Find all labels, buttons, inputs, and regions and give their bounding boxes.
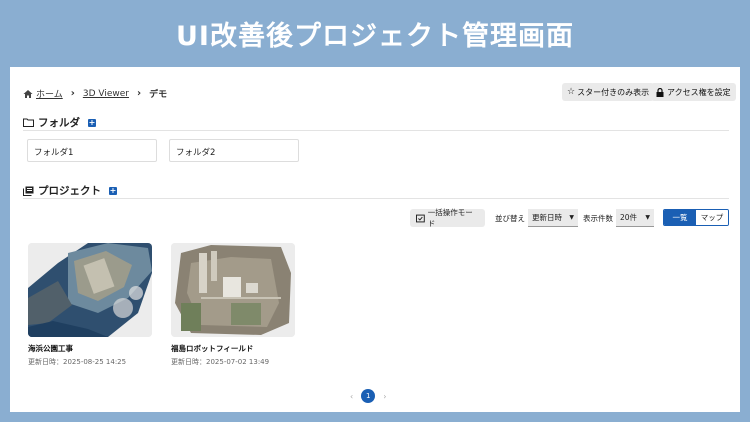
folder-section-header: フォルダ +	[23, 115, 96, 130]
view-map-button[interactable]: マップ	[696, 210, 728, 225]
project-thumbnail[interactable]	[171, 243, 295, 337]
divider	[23, 198, 729, 199]
prev-page-button[interactable]: ‹	[350, 392, 353, 401]
star-icon: ☆	[567, 87, 576, 97]
chevron-down-icon: ▼	[645, 214, 650, 221]
folder-item[interactable]: フォルダ2	[169, 139, 299, 162]
divider	[23, 130, 729, 131]
project-title[interactable]: 福島ロボットフィールド	[171, 343, 295, 354]
main-panel: ホーム › 3D Viewer › デモ ☆ スター付きのみ表示 アクセス権を設…	[10, 67, 740, 412]
sort-label: 並び替え	[495, 213, 525, 223]
breadcrumb-home[interactable]: ホーム	[36, 87, 63, 100]
starred-only-label: スター付きのみ表示	[577, 87, 650, 97]
folder-item[interactable]: フォルダ1	[27, 139, 157, 162]
bulk-mode-button[interactable]: 一括操作モード	[410, 208, 485, 228]
count-label: 表示件数	[583, 213, 613, 223]
access-settings-label: アクセス権を設定	[667, 87, 731, 97]
home-icon	[23, 89, 33, 98]
project-heading: プロジェクト	[38, 185, 101, 197]
count-select[interactable]: 20件 ▼	[616, 209, 654, 227]
project-stack-icon	[23, 186, 34, 196]
chevron-right-icon: ›	[136, 88, 142, 99]
bulk-mode-label: 一括操作モード	[427, 208, 473, 228]
pagination: ‹ 1 ›	[350, 389, 386, 403]
add-folder-button[interactable]: +	[88, 118, 96, 127]
count-value: 20件	[620, 213, 638, 222]
chevron-down-icon: ▼	[569, 214, 574, 221]
project-updated: 更新日時：2025-07-02 13:49	[171, 358, 270, 366]
folder-icon	[23, 118, 34, 127]
starred-only-button[interactable]: ☆ スター付きのみ表示	[562, 83, 655, 101]
view-list-button[interactable]: 一覧	[664, 210, 696, 225]
sort-value: 更新日時	[532, 213, 562, 222]
lock-icon	[656, 87, 664, 97]
project-thumbnail[interactable]	[28, 243, 152, 337]
project-section-header: プロジェクト +	[23, 183, 117, 198]
chevron-right-icon: ›	[70, 88, 75, 99]
add-project-button[interactable]: +	[109, 186, 117, 195]
project-card[interactable]: 海浜公園工事 更新日時：2025-08-25 14:25	[28, 243, 152, 367]
breadcrumb: ホーム › 3D Viewer › デモ	[23, 87, 167, 100]
access-settings-button[interactable]: アクセス権を設定	[651, 83, 736, 101]
breadcrumb-viewer[interactable]: 3D Viewer	[83, 89, 129, 99]
next-page-button[interactable]: ›	[383, 392, 386, 401]
project-updated: 更新日時：2025-08-25 14:25	[28, 358, 127, 366]
page-1-button[interactable]: 1	[361, 389, 376, 403]
folder-heading: フォルダ	[38, 117, 80, 129]
view-toggle: 一覧 マップ	[663, 209, 729, 226]
banner-title: UI改善後プロジェクト管理画面	[176, 21, 574, 52]
sort-select[interactable]: 更新日時 ▼	[528, 209, 578, 227]
project-title[interactable]: 海浜公園工事	[28, 343, 152, 354]
project-card[interactable]: 福島ロボットフィールド 更新日時：2025-07-02 13:49	[171, 243, 295, 367]
breadcrumb-current: デモ	[149, 90, 168, 100]
checkbox-icon	[416, 214, 425, 222]
